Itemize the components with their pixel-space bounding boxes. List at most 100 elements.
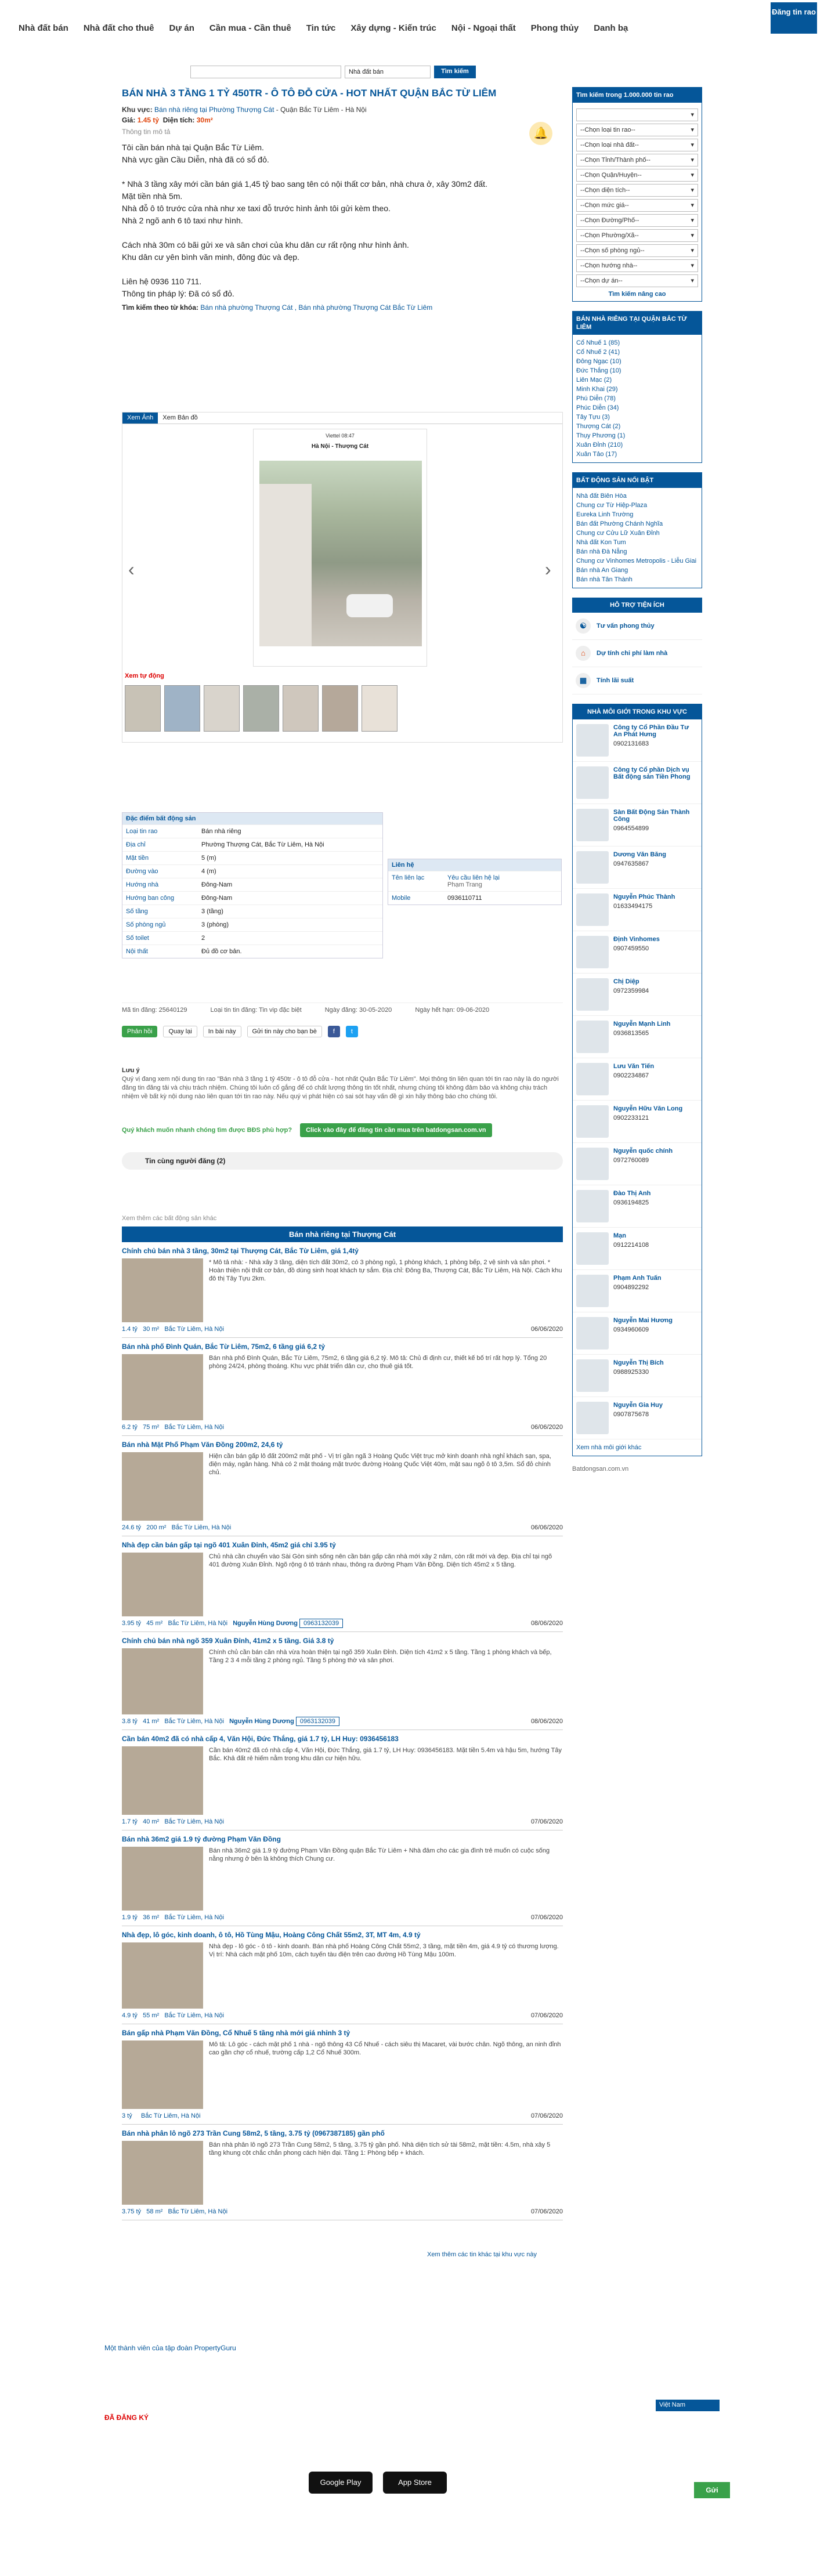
broker-name[interactable]: Công ty Cổ phần Dịch vụ Bất động sản Tiề… <box>613 766 698 780</box>
listing-thumbnail[interactable] <box>122 1258 203 1322</box>
listing-thumbnail[interactable] <box>122 1553 203 1616</box>
broker-item[interactable]: Nguyễn quốc chính 0972760089 <box>573 1143 702 1185</box>
listing-thumbnail[interactable] <box>122 1354 203 1420</box>
listing-item[interactable]: Nhà đẹp cần bán gấp tại ngõ 401 Xuân Đỉn… <box>122 1536 563 1632</box>
avatar[interactable] <box>576 936 609 968</box>
prev-arrow-icon[interactable]: ‹ <box>128 558 140 581</box>
tool-fengshui[interactable]: ☯ Tư vấn phong thủy <box>572 613 702 640</box>
district-link[interactable]: Phú Diễn (78) <box>576 394 698 403</box>
broker-name[interactable]: Đào Thị Anh <box>613 1190 650 1197</box>
listing-thumbnail[interactable] <box>122 2141 203 2205</box>
twitter-icon[interactable]: t <box>345 1026 358 1037</box>
broker-item[interactable]: Đào Thị Anh 0936194825 <box>573 1185 702 1228</box>
google-play-button[interactable]: Google Play <box>309 2472 373 2494</box>
listing-item[interactable]: Chính chủ bán nhà ngõ 359 Xuân Đỉnh, 41m… <box>122 1632 563 1730</box>
avatar[interactable] <box>576 724 609 757</box>
broker-name[interactable]: Nguyễn Gia Huy <box>613 1402 663 1409</box>
thumbnail[interactable] <box>243 685 279 732</box>
select-direction[interactable]: --Chọn hướng nhà-- <box>576 259 698 272</box>
area-link[interactable]: Bán nhà riêng tại Phường Thượng Cát <box>154 106 274 114</box>
avatar[interactable] <box>576 1021 609 1053</box>
listing-item[interactable]: Bán gấp nhà Phạm Văn Đồng, Cổ Nhuế 5 tần… <box>122 2024 563 2125</box>
listing-item[interactable]: Nhà đẹp, lô góc, kinh doanh, ô tô, Hồ Tù… <box>122 1926 563 2024</box>
advanced-search-link[interactable]: Tìm kiếm nâng cao <box>576 291 698 298</box>
broker-name[interactable]: Chị Diệp <box>613 978 649 985</box>
tab-photos[interactable]: Xem Ảnh <box>122 413 158 424</box>
broker-name[interactable]: Sàn Bất Động Sản Thành Công <box>613 809 698 823</box>
avatar[interactable] <box>576 1190 609 1222</box>
broker-name[interactable]: Định Vinhomes <box>613 936 660 943</box>
district-link[interactable]: Minh Khai (29) <box>576 385 698 394</box>
nav-item[interactable]: Tin tức <box>306 23 336 33</box>
nav-item[interactable]: Xây dựng - Kiến trúc <box>350 23 436 33</box>
district-link[interactable]: Thượng Cát (2) <box>576 422 698 431</box>
thumbnail[interactable] <box>204 685 240 732</box>
broker-item[interactable]: Dương Văn Băng 0947635867 <box>573 846 702 889</box>
listing-title[interactable]: Cần bán 40m2 đã có nhà cấp 4, Văn Hội, Đ… <box>122 1735 563 1743</box>
select-project[interactable]: --Chọn dự án-- <box>576 274 698 287</box>
more-brokers-link[interactable]: Xem nhà môi giới khác <box>573 1439 702 1456</box>
hot-link[interactable]: Bán nhà Tân Thành <box>576 575 698 584</box>
broker-item[interactable]: Lưu Văn Tiến 0902234867 <box>573 1058 702 1101</box>
listing-item[interactable]: Chính chủ bán nhà 3 tầng, 30m2 tại Thượn… <box>122 1242 563 1338</box>
listing-title[interactable]: Chính chủ bán nhà 3 tầng, 30m2 tại Thượn… <box>122 1247 563 1255</box>
listing-title[interactable]: Bán nhà phố Đình Quán, Bắc Từ Liêm, 75m2… <box>122 1343 563 1351</box>
broker-item[interactable]: Sàn Bất Động Sản Thành Công 0964554899 <box>573 804 702 846</box>
broker-name[interactable]: Lưu Văn Tiến <box>613 1063 654 1070</box>
listing-title[interactable]: Bán nhà 36m2 giá 1.9 tỷ đường Phạm Văn Đ… <box>122 1835 563 1843</box>
avatar[interactable] <box>576 766 609 799</box>
avatar[interactable] <box>576 1148 609 1180</box>
hot-link[interactable]: Eureka Linh Trường <box>576 510 698 519</box>
broker-name[interactable]: Nguyễn Hữu Văn Long <box>613 1105 682 1112</box>
back-button[interactable]: Quay lại <box>163 1026 197 1037</box>
avatar[interactable] <box>576 1063 609 1095</box>
select-bedrooms[interactable]: --Chọn số phòng ngủ-- <box>576 244 698 257</box>
select-street[interactable]: --Chọn Đường/Phố-- <box>576 214 698 227</box>
broker-item[interactable]: Nguyễn Hữu Văn Long 0902233121 <box>573 1101 702 1143</box>
district-link[interactable]: Phúc Diễn (34) <box>576 403 698 413</box>
district-link[interactable]: Đông Ngạc (10) <box>576 357 698 366</box>
avatar[interactable] <box>576 1359 609 1392</box>
auto-view-label[interactable]: Xem tự động <box>122 672 164 679</box>
thumbnail[interactable] <box>362 685 397 732</box>
app-store-button[interactable]: App Store <box>383 2472 447 2494</box>
thumbnail[interactable] <box>164 685 200 732</box>
listing-phone[interactable]: 0963132039 <box>295 1717 340 1726</box>
search-button[interactable]: Tìm kiếm <box>434 66 476 78</box>
search-input[interactable] <box>190 66 341 78</box>
listing-title[interactable]: Bán gấp nhà Phạm Văn Đồng, Cổ Nhuế 5 tần… <box>122 2029 563 2037</box>
hot-link[interactable]: Bán nhà An Giang <box>576 566 698 575</box>
district-link[interactable]: Thụy Phương (1) <box>576 431 698 440</box>
select-area[interactable]: --Chọn diện tích-- <box>576 184 698 197</box>
district-link[interactable]: Cổ Nhuế 1 (85) <box>576 338 698 348</box>
keywords-links[interactable]: Bán nhà phường Thượng Cát , Bán nhà phườ… <box>200 303 432 312</box>
broker-name[interactable]: Phạm Anh Tuấn <box>613 1275 662 1282</box>
select-city[interactable]: --Chọn Tỉnh/Thành phố-- <box>576 154 698 167</box>
nav-item[interactable]: Nội - Ngoại thất <box>451 23 516 33</box>
nav-item[interactable]: Nhà đất bán <box>19 23 68 33</box>
nav-item[interactable]: Phong thủy <box>531 23 579 33</box>
broker-item[interactable]: Chị Diệp 0972359984 <box>573 974 702 1016</box>
listing-thumbnail[interactable] <box>122 2040 203 2109</box>
avatar[interactable] <box>576 1402 609 1434</box>
share-button[interactable]: Gửi tin này cho bạn bè <box>247 1026 322 1037</box>
listing-thumbnail[interactable] <box>122 1648 203 1714</box>
feedback-button[interactable]: Phản hồi <box>122 1026 158 1037</box>
broker-name[interactable]: Nguyễn Thị Bích <box>613 1359 664 1366</box>
listing-title[interactable]: Bán nhà phân lô ngõ 273 Trần Cung 58m2, … <box>122 2129 563 2137</box>
district-link[interactable]: Liên Mạc (2) <box>576 375 698 385</box>
broker-item[interactable]: Nguyễn Phúc Thành 01633494175 <box>573 889 702 931</box>
same-poster-bar[interactable]: Tin cùng người đăng (2) <box>122 1152 563 1170</box>
listing-title[interactable]: Nhà đẹp, lô góc, kinh doanh, ô tô, Hồ Tù… <box>122 1931 563 1939</box>
search-type-select[interactable]: Nhà đất bán <box>345 66 431 78</box>
bell-icon[interactable]: 🔔 <box>529 122 552 145</box>
footer-note[interactable]: Một thành viên của tập đoàn PropertyGuru <box>104 2344 236 2352</box>
select-price[interactable]: --Chọn mức giá-- <box>576 199 698 212</box>
listing-item[interactable]: Cần bán 40m2 đã có nhà cấp 4, Văn Hội, Đ… <box>122 1730 563 1830</box>
hot-link[interactable]: Chung cư Từ Hiệp-Plaza <box>576 501 698 510</box>
listing-item[interactable]: Bán nhà phân lô ngõ 273 Trần Cung 58m2, … <box>122 2125 563 2220</box>
hot-link[interactable]: Bán đất Phường Chánh Nghĩa <box>576 519 698 529</box>
avatar[interactable] <box>576 1232 609 1265</box>
hot-link[interactable]: Chung cư Cửu Lữ Xuân Đỉnh <box>576 529 698 538</box>
district-link[interactable]: Cổ Nhuế 2 (41) <box>576 348 698 357</box>
